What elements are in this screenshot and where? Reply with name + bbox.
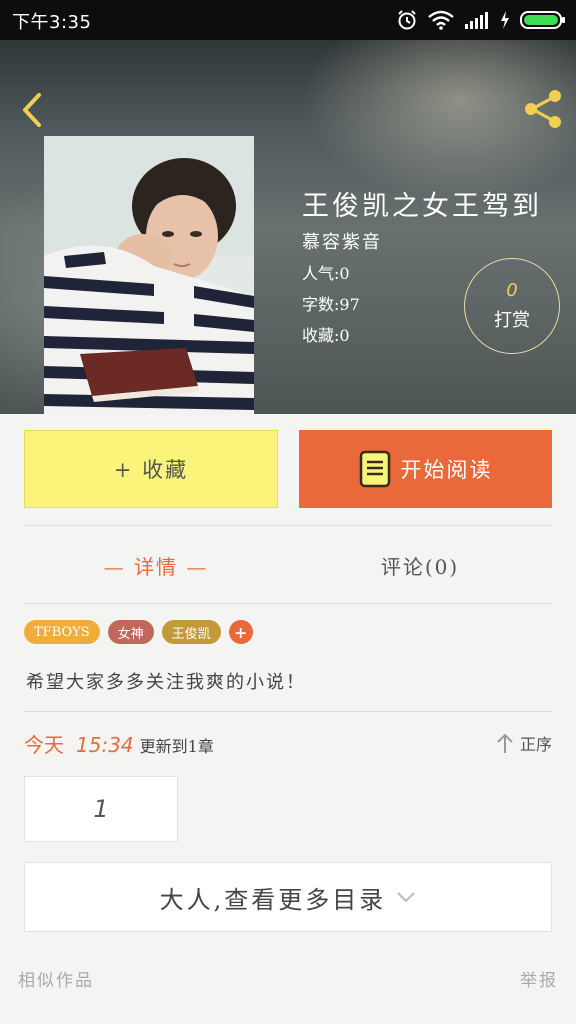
battery-icon (520, 11, 565, 29)
arrow-up-icon (497, 733, 513, 753)
book-author[interactable]: 慕容紫音 (302, 228, 382, 254)
more-catalog-button[interactable]: 大人,查看更多目录 (24, 862, 552, 932)
alarm-icon (398, 10, 416, 30)
update-info: 今天 15:34 更新到1章 (24, 729, 214, 757)
book-title: 王俊凯之女王驾到 (302, 191, 542, 222)
tab-comments[interactable]: 评论(0) (288, 548, 552, 582)
add-favorite-label: + 收藏 (113, 458, 189, 482)
book-icon (359, 450, 390, 488)
status-time: 下午3:35 (12, 12, 92, 33)
charging-icon (501, 11, 509, 29)
divider (24, 603, 552, 604)
start-reading-button[interactable]: 开始阅读 (299, 430, 552, 508)
more-catalog-label: 大人,查看更多目录 (159, 885, 387, 914)
update-time: 15:34 (76, 733, 134, 757)
book-header: 王俊凯之女王驾到 慕容紫音 人气:0 字数:97 收藏:0 0 打赏 (0, 40, 576, 414)
divider (24, 525, 552, 526)
status-icons (396, 8, 566, 32)
sort-order-button[interactable]: 正序 (496, 730, 552, 756)
chevron-down-icon (397, 892, 416, 903)
tag-tfboys[interactable]: TFBOYS (24, 620, 100, 644)
share-button[interactable] (520, 86, 566, 132)
book-favorites: 收藏:0 (302, 326, 350, 345)
update-text: 更新到1章 (139, 737, 214, 756)
tag-wang-junkai[interactable]: 王俊凯 (161, 620, 221, 644)
update-day: 今天 (24, 733, 64, 757)
wifi-icon (428, 10, 454, 30)
book-word-count: 字数:97 (302, 295, 360, 314)
book-popularity: 人气:0 (302, 264, 350, 283)
tip-label: 打赏 (494, 310, 530, 331)
tip-button[interactable]: 0 打赏 (464, 258, 560, 354)
similar-works-link[interactable]: 相似作品 (18, 966, 94, 991)
status-bar: 下午3:35 (0, 0, 576, 40)
share-icon (525, 90, 561, 128)
start-reading-label: 开始阅读 (400, 458, 493, 482)
divider (24, 711, 552, 712)
tag-list: TFBOYS 女神 王俊凯 + (24, 620, 253, 644)
tab-details[interactable]: — 详情 — (24, 548, 288, 582)
add-tag-button[interactable]: + (228, 620, 253, 644)
report-link[interactable]: 举报 (520, 966, 558, 991)
back-arrow-icon (23, 93, 41, 127)
book-description: 希望大家多多关注我爽的小说！ (26, 672, 306, 693)
add-favorite-button[interactable]: + 收藏 (24, 430, 278, 508)
tip-count: 0 (506, 280, 518, 301)
tag-goddess[interactable]: 女神 (107, 620, 154, 644)
chapter-item[interactable]: 1 (24, 776, 178, 842)
sort-order-label: 正序 (519, 735, 552, 754)
back-button[interactable] (14, 88, 50, 132)
signal-icon (465, 12, 488, 29)
book-cover-image[interactable] (44, 136, 254, 414)
